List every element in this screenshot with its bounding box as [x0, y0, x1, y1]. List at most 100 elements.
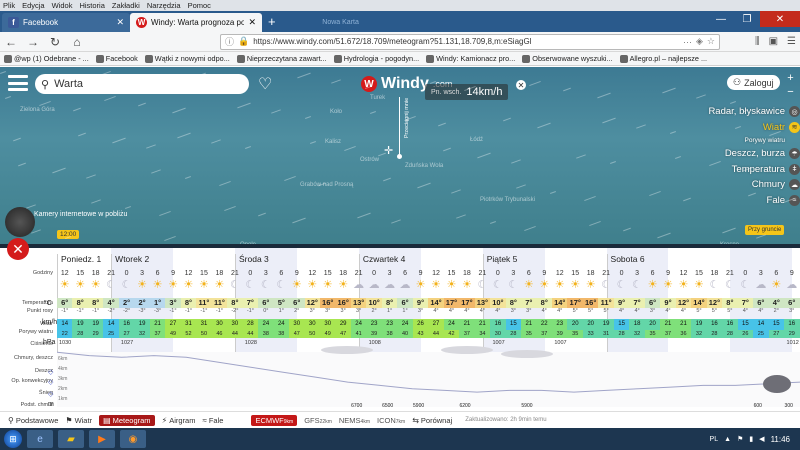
- webcam-label[interactable]: Kamery internetowe w pobliżu: [34, 211, 127, 219]
- back-icon[interactable]: ←: [4, 35, 18, 49]
- dew-cell: -2°: [231, 308, 239, 314]
- sun-icon: ☀: [539, 279, 550, 291]
- hamburger-menu-icon[interactable]: [8, 75, 28, 91]
- model-3[interactable]: ICON7km: [377, 416, 405, 425]
- layer-label: Porywy wiatru: [744, 137, 785, 144]
- sidebar-icon[interactable]: ▣: [769, 36, 778, 47]
- close-tab-icon[interactable]: ✕: [116, 17, 124, 28]
- network-icon[interactable]: ▮: [749, 435, 753, 443]
- cloud-base-value: 300: [784, 403, 793, 409]
- mode-1[interactable]: ⚑ Wiatr: [65, 416, 92, 425]
- bookmark-icon: [333, 54, 342, 63]
- cloud-base-value: 6700: [351, 403, 363, 409]
- temp-cell: 17°: [443, 298, 460, 308]
- mode-label: Airgram: [169, 415, 196, 425]
- flag-icon[interactable]: ⚑: [737, 435, 743, 443]
- bookmark-item[interactable]: Nieprzeczytana zawart...: [236, 54, 327, 63]
- folder-icon[interactable]: ▰: [58, 430, 84, 448]
- gust-cell: 39: [366, 330, 382, 338]
- layer-item-3[interactable]: Deszcz, burza ☂: [690, 146, 800, 162]
- more-icon[interactable]: ···: [683, 37, 692, 47]
- maximize-icon[interactable]: ❐: [734, 11, 760, 27]
- library-icon[interactable]: ⫼: [755, 36, 760, 47]
- pocket-icon[interactable]: ◈: [696, 36, 703, 47]
- url-bar[interactable]: ⓘ 🔒 https://www.windy.com/51.672/18.709/…: [220, 33, 720, 50]
- menu-item-1[interactable]: Edycja: [22, 1, 45, 10]
- wind-particle: [550, 191, 556, 194]
- menu-item-2[interactable]: Widok: [52, 1, 73, 10]
- menu-item-5[interactable]: Narzędzia: [147, 1, 181, 10]
- hour-cell: 15: [76, 270, 85, 277]
- volume-icon[interactable]: ◀: [759, 435, 764, 443]
- model-1[interactable]: GFS22km: [304, 416, 332, 425]
- close-window-icon[interactable]: ✕: [760, 11, 800, 27]
- layer-item-1[interactable]: Wiatr ≋: [690, 120, 800, 136]
- bookmark-item[interactable]: Windy: Kamionacz pro...: [426, 54, 515, 63]
- bookmark-item[interactable]: Allegro.pl – najlepsze ...: [619, 54, 707, 63]
- mode-2[interactable]: ▤ Meteogram: [99, 414, 155, 426]
- wind-cell: 18: [629, 319, 645, 330]
- close-meteogram-icon[interactable]: ✕: [7, 238, 29, 260]
- menu-item-6[interactable]: Pomoc: [188, 1, 211, 10]
- reload-icon[interactable]: ↻: [48, 35, 62, 49]
- lang-indicator[interactable]: PL: [710, 436, 719, 443]
- menu-item-4[interactable]: Zakładki: [112, 1, 140, 10]
- bookmark-item[interactable]: Facebook: [95, 54, 138, 63]
- model-2[interactable]: NEMS4km: [339, 416, 370, 425]
- firefox-icon[interactable]: ◉: [120, 430, 146, 448]
- media-icon[interactable]: ▶: [89, 430, 115, 448]
- moon-icon: ☾: [616, 279, 627, 291]
- tray-chevron-icon[interactable]: ▲: [724, 436, 731, 443]
- hour-cell: 0: [124, 270, 129, 277]
- bookmark-item[interactable]: Obserwowane wyszuki...: [522, 54, 613, 63]
- search-input[interactable]: Warta: [54, 78, 83, 90]
- menu-icon[interactable]: ☰: [787, 36, 796, 47]
- bookmark-icon: [4, 54, 12, 63]
- gust-cell: 37: [660, 330, 676, 338]
- wind-cell: 24: [443, 319, 460, 330]
- login-button[interactable]: ⚇ Zaloguj: [727, 75, 780, 90]
- menu-item-3[interactable]: Historia: [79, 1, 104, 10]
- model-0[interactable]: ECMWF9km: [251, 414, 298, 426]
- layer-item-5[interactable]: Chmury ☁: [690, 177, 800, 193]
- compare-button[interactable]: ⇆ Porównaj: [412, 416, 452, 425]
- temp-cell: 2°: [134, 298, 150, 308]
- layer-label: Fale: [766, 194, 785, 206]
- zoom-out-icon[interactable]: −: [784, 85, 797, 99]
- start-button[interactable]: ⊞: [4, 430, 22, 448]
- close-picker-icon[interactable]: ✕: [516, 80, 526, 90]
- cloud-icon: ☁: [353, 279, 365, 291]
- hour-cell: 6: [526, 270, 531, 277]
- clock[interactable]: 11:46: [771, 435, 790, 444]
- forward-icon[interactable]: →: [26, 35, 40, 49]
- layer-item-0[interactable]: Radar, błyskawice ◎: [690, 104, 800, 120]
- menu-item-0[interactable]: Plik: [3, 1, 15, 10]
- wind-particle: [657, 232, 671, 239]
- new-tab-button[interactable]: +: [268, 13, 276, 32]
- mode-4[interactable]: ≈ Fale: [202, 416, 223, 425]
- layer-item-2[interactable]: Porywy wiatru: [690, 135, 800, 146]
- wind-particle: [722, 227, 736, 234]
- favorite-heart-icon[interactable]: ♡: [258, 74, 272, 94]
- zoom-in-icon[interactable]: +: [784, 71, 797, 85]
- dew-cell: 2°: [294, 308, 300, 314]
- bookmark-icon: [95, 54, 104, 63]
- mode-3[interactable]: ⚡ Airgram: [162, 416, 196, 425]
- minimize-icon[interactable]: —: [708, 11, 734, 27]
- info-icon[interactable]: ⓘ: [225, 35, 234, 48]
- layer-item-6[interactable]: Fale ≈: [690, 193, 800, 209]
- search-box[interactable]: ⚲ Warta: [35, 74, 249, 94]
- mode-0[interactable]: ⚲ Podstawowe: [8, 416, 58, 425]
- crosshair-icon[interactable]: ✛: [384, 144, 393, 157]
- bookmark-item[interactable]: Hydrologia - pogodyn...: [333, 54, 419, 63]
- weather-map[interactable]: ⚲ Warta ♡ W Windy.com Pn. wsch. 14km/h ✕…: [0, 67, 800, 245]
- picker-dot[interactable]: [397, 154, 402, 159]
- tab-windy[interactable]: W Windy: Warta prognoza pogod ✕: [130, 13, 262, 32]
- tab-facebook[interactable]: f Facebook ✕: [2, 13, 130, 32]
- bookmark-item[interactable]: Wątki z nowymi odpo...: [144, 54, 230, 63]
- star-icon[interactable]: ☆: [707, 36, 715, 47]
- ie-icon[interactable]: e: [27, 430, 53, 448]
- home-icon[interactable]: ⌂: [70, 35, 84, 49]
- bookmark-item[interactable]: @wp (1) Odebrane - ...: [4, 54, 89, 63]
- close-tab-icon[interactable]: ✕: [248, 17, 256, 28]
